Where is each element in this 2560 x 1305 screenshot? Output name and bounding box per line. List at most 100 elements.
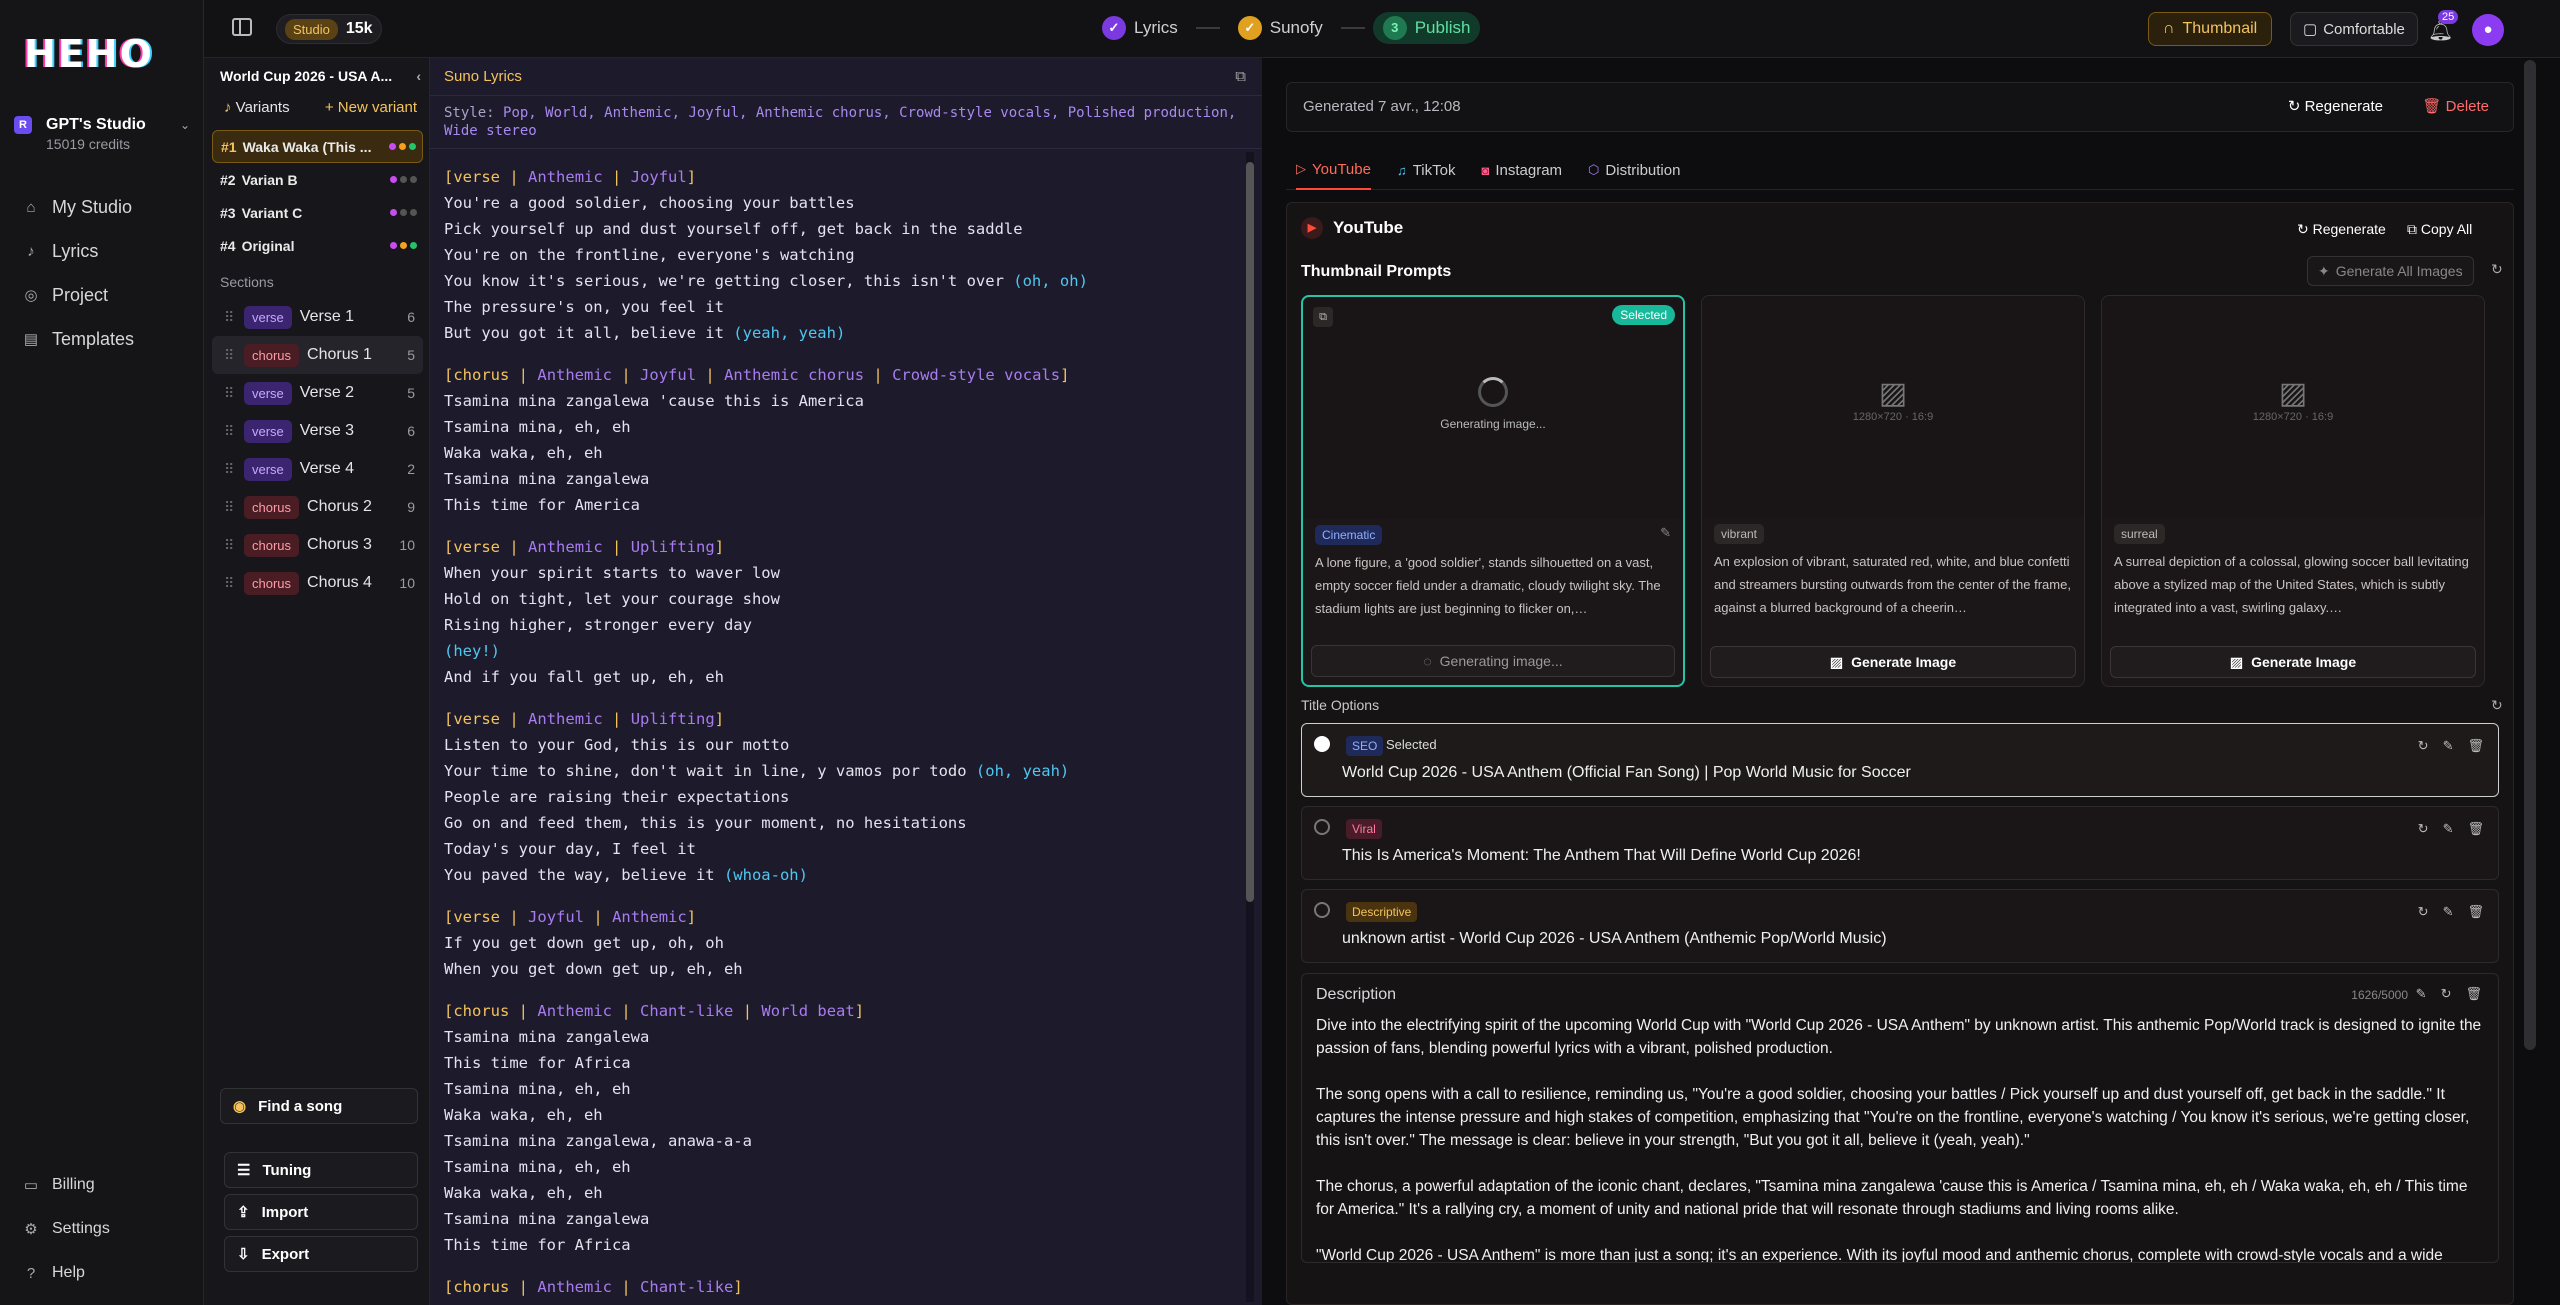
nav-my-studio[interactable]: ⌂ My Studio: [12, 189, 192, 225]
drag-handle-icon[interactable]: ⠿: [224, 309, 244, 326]
nav-billing[interactable]: ▭ Billing: [12, 1167, 192, 1203]
lyric-line: Rising higher, stronger every day: [444, 616, 752, 634]
trash-icon[interactable]: 🗑︎: [2467, 821, 2484, 837]
studio-pill[interactable]: Studio 15k: [276, 14, 382, 44]
drag-handle-icon[interactable]: ⠿: [224, 461, 244, 478]
drag-handle-icon[interactable]: ⠿: [224, 423, 244, 440]
step-lyrics[interactable]: ✓ Lyrics: [1092, 12, 1188, 44]
edit-icon[interactable]: ✎: [1660, 525, 1671, 541]
section-line-count: 6: [407, 309, 415, 325]
title-option[interactable]: Descriptive unknown artist - World Cup 2…: [1301, 889, 2499, 963]
refresh-icon[interactable]: ↻: [2418, 821, 2429, 837]
drag-handle-icon[interactable]: ⠿: [224, 385, 244, 402]
tab-distribution[interactable]: ⬡ Distribution: [1588, 150, 1680, 190]
nav-templates[interactable]: ▤ Templates: [12, 321, 192, 357]
nav-lyrics[interactable]: ♪ Lyrics: [12, 233, 192, 269]
nav-settings[interactable]: ⚙ Settings: [12, 1211, 192, 1247]
generate-all-images-button[interactable]: ✦ Generate All Images: [2307, 256, 2474, 286]
edit-icon[interactable]: ✎: [2416, 986, 2427, 1002]
thumbnail-prompts-heading: Thumbnail Prompts: [1301, 263, 1452, 280]
trash-icon[interactable]: 🗑︎: [2465, 986, 2482, 1002]
delete-button[interactable]: 🗑︎ Delete: [2422, 97, 2489, 115]
drag-handle-icon[interactable]: ⠿: [224, 575, 244, 592]
tab-youtube[interactable]: ▷ YouTube: [1296, 150, 1371, 190]
export-button[interactable]: ⇩ Export: [224, 1236, 418, 1272]
regenerate-label: Regenerate: [2304, 98, 2383, 115]
thumbnail-card[interactable]: ▨ 1280×720 · 16:9 vibrant An explosion of…: [1701, 295, 2085, 687]
collapse-icon[interactable]: ‹: [416, 68, 421, 84]
lyrics-editor[interactable]: [verse | Anthemic | Joyful] You're a goo…: [430, 150, 1240, 1300]
section-name: Verse 4: [299, 460, 355, 477]
density-button[interactable]: ▢ Comfortable: [2290, 12, 2418, 46]
refresh-icon[interactable]: ↻: [2418, 904, 2429, 920]
radio-button[interactable]: [1314, 736, 1330, 752]
trash-icon[interactable]: 🗑︎: [2467, 904, 2484, 920]
description-paragraph: The song opens with a call to resilience…: [1316, 1086, 2470, 1149]
copy-icon[interactable]: ⧉: [1235, 68, 1246, 85]
step-sunofy[interactable]: ✓ Sunofy: [1228, 12, 1333, 44]
section-item[interactable]: ⠿ chorus Chorus 2 9: [212, 488, 423, 526]
generate-image-button[interactable]: ▨ Generate Image: [1710, 646, 2076, 678]
section-item[interactable]: ⠿ verse Verse 3 6: [212, 412, 423, 450]
variant-item[interactable]: #3 Variant C: [212, 196, 423, 229]
copy-all-button[interactable]: ⧉ Copy All: [2407, 221, 2472, 238]
refresh-icon[interactable]: ↻: [2491, 697, 2503, 714]
section-item[interactable]: ⠿ chorus Chorus 4 10: [212, 564, 423, 602]
variant-name: Varian B: [241, 171, 298, 188]
page-scrollbar[interactable]: [2524, 60, 2536, 1050]
thumbnail-card[interactable]: ▨ 1280×720 · 16:9 surreal A surreal depic…: [2101, 295, 2485, 687]
copy-icon[interactable]: ⧉: [1313, 307, 1333, 327]
edit-icon[interactable]: ✎: [2443, 738, 2454, 754]
find-song-label: Find a song: [258, 1097, 343, 1115]
description-paragraph: "World Cup 2026 - USA Anthem" is more th…: [1316, 1247, 2443, 1263]
grid-icon: ▤: [23, 331, 39, 348]
refresh-icon[interactable]: ↻: [2441, 986, 2452, 1002]
lyrics-scrollbar[interactable]: [1246, 152, 1254, 1302]
thumbnail-card[interactable]: Generating image... ⧉ Selected Cinematic…: [1301, 295, 1685, 687]
radio-button[interactable]: [1314, 902, 1330, 918]
youtube-regenerate-button[interactable]: ↻ Regenerate: [2297, 221, 2386, 238]
drag-handle-icon[interactable]: ⠿: [224, 499, 244, 516]
lyric-line: When you get down get up, eh, eh: [444, 960, 743, 978]
nav-project[interactable]: ◎ Project: [12, 277, 192, 313]
title-option[interactable]: Viral This Is America's Moment: The Anth…: [1301, 806, 2499, 880]
tab-tiktok[interactable]: ♫ TikTok: [1397, 150, 1456, 190]
generate-image-button[interactable]: ▨ Generate Image: [2110, 646, 2476, 678]
regenerate-button[interactable]: ↻ Regenerate: [2288, 97, 2383, 115]
section-line-count: 5: [407, 347, 415, 363]
radio-button[interactable]: [1314, 819, 1330, 835]
generate-image-button[interactable]: ◌ Generating image...: [1311, 645, 1675, 677]
section-item[interactable]: ⠿ verse Verse 2 5: [212, 374, 423, 412]
description-box[interactable]: Description 1626/5000 ✎ ↻ 🗑︎ Dive into the…: [1301, 973, 2499, 1263]
trash-icon[interactable]: 🗑︎: [2467, 738, 2484, 754]
title-option[interactable]: SEO Selected World Cup 2026 - USA Anthem…: [1301, 723, 2499, 797]
new-variant-button[interactable]: + New variant: [325, 99, 417, 116]
avatar[interactable]: ●: [2472, 14, 2504, 46]
drag-handle-icon[interactable]: ⠿: [224, 347, 244, 364]
nav-help[interactable]: ? Help: [12, 1255, 192, 1291]
section-item[interactable]: ⠿ verse Verse 4 2: [212, 450, 423, 488]
edit-icon[interactable]: ✎: [2443, 904, 2454, 920]
edit-icon[interactable]: ✎: [2443, 821, 2454, 837]
section-item[interactable]: ⠿ chorus Chorus 3 10: [212, 526, 423, 564]
variant-item[interactable]: #4 Original: [212, 229, 423, 262]
tuning-button[interactable]: ☰ Tuning: [224, 1152, 418, 1188]
studio-selector[interactable]: R GPT's Studio 15019 credits ⌄: [12, 114, 194, 154]
toggle-sidebar-icon[interactable]: [232, 18, 252, 36]
find-song-button[interactable]: ◉ Find a song: [220, 1088, 418, 1124]
generate-label: Generating image...: [1439, 653, 1563, 669]
variants-tab[interactable]: ♪ Variants: [224, 99, 290, 116]
thumbnail-button[interactable]: ∩ Thumbnail: [2148, 12, 2273, 46]
step-publish[interactable]: 3 Publish: [1372, 12, 1481, 44]
import-button[interactable]: ⇪ Import: [224, 1194, 418, 1230]
refresh-icon[interactable]: ↻: [2491, 261, 2503, 278]
refresh-icon[interactable]: ↻: [2418, 738, 2429, 754]
variant-item[interactable]: #1 Waka Waka (This ...: [212, 130, 423, 163]
drag-handle-icon[interactable]: ⠿: [224, 537, 244, 554]
section-item[interactable]: ⠿ verse Verse 1 6: [212, 298, 423, 336]
variant-item[interactable]: #2 Varian B: [212, 163, 423, 196]
tab-instagram[interactable]: ◙ Instagram: [1481, 150, 1562, 190]
scroll-thumb[interactable]: [1246, 162, 1254, 902]
section-item[interactable]: ⠿ chorus Chorus 1 5: [212, 336, 423, 374]
app-logo[interactable]: HEHO: [24, 32, 154, 76]
